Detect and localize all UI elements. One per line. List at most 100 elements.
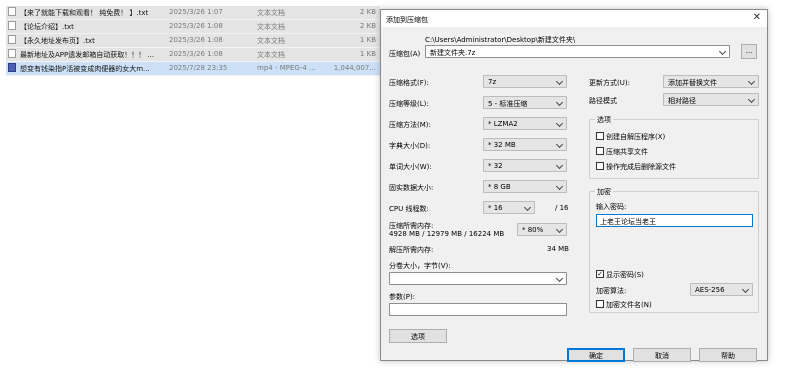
encrypt-names-checkbox[interactable] <box>596 300 604 308</box>
sfx-label: 创建自解压程序(X) <box>606 133 666 141</box>
chevron-down-icon <box>555 140 564 149</box>
file-row[interactable]: 【永久地址发布页】.txt 2025/3/26 1:08 文本文档 1 KB <box>6 34 380 48</box>
chevron-down-icon <box>555 119 564 128</box>
add-to-archive-dialog: 添加到压缩包 ✕ 压缩包(A) C:\Users\Administrator\D… <box>380 9 768 362</box>
format-combo[interactable]: 7z <box>483 75 567 88</box>
archive-name-combo[interactable]: 新建文件夹.7z <box>425 45 730 58</box>
show-password-label: 显示密码(S) <box>606 271 644 279</box>
file-size: 2 KB <box>359 8 376 16</box>
solid-size-value: * 8 GB <box>488 183 511 191</box>
cpu-threads-combo[interactable]: * 16 <box>483 201 535 214</box>
delete-after-label: 操作完成后删除源文件 <box>606 163 676 171</box>
dictionary-combo[interactable]: * 32 MB <box>483 138 567 151</box>
chevron-down-icon <box>747 77 756 86</box>
file-name: 【论坛介绍】.txt <box>20 23 74 31</box>
password-label: 输入密码: <box>596 203 627 211</box>
params-label: 参数(P): <box>389 293 416 301</box>
cpu-threads-total: / 16 <box>555 204 569 212</box>
file-type: 文本文档 <box>257 9 285 17</box>
file-name: 【永久地址发布页】.txt <box>20 37 95 45</box>
cpu-threads-label: CPU 线程数: <box>389 205 429 213</box>
solid-size-label: 固实数据大小: <box>389 184 434 192</box>
cancel-button[interactable]: 取消 <box>633 348 691 362</box>
dialog-body: 压缩包(A) C:\Users\Administrator\Desktop\新建… <box>381 27 767 362</box>
file-date: 2025/3/26 1:08 <box>169 22 223 30</box>
chevron-down-icon <box>555 274 564 283</box>
archive-label: 压缩包(A) <box>389 50 421 58</box>
shared-files-checkbox[interactable] <box>596 147 604 155</box>
file-row[interactable]: 最新地址及APP遗发邮箱自动获取！！！ ... 2025/3/26 1:08 文… <box>6 48 380 62</box>
decompress-memory-value: 34 MB <box>547 245 569 253</box>
file-type: mp4 - MPEG-4 ... <box>257 64 316 72</box>
encryption-method-combo[interactable]: AES-256 <box>690 283 753 296</box>
encrypt-names-label: 加密文件名(N) <box>606 301 652 309</box>
chevron-down-icon <box>523 203 532 212</box>
solid-size-combo[interactable]: * 8 GB <box>483 180 567 193</box>
chevron-down-icon <box>718 47 727 56</box>
file-name: 【来了就能下载和观看！ 纯免费！ 】.txt <box>20 9 149 17</box>
memory-percent-combo[interactable]: * 80% <box>517 223 567 236</box>
method-label: 压缩方法(M): <box>389 121 431 129</box>
params-input[interactable] <box>389 303 567 316</box>
text-file-icon <box>8 7 16 16</box>
file-date: 2025/3/26 1:08 <box>169 50 223 58</box>
file-type: 文本文档 <box>257 23 285 31</box>
options-group-title: 选项 <box>595 115 613 125</box>
sfx-checkbox[interactable] <box>596 132 604 140</box>
file-size: 1 KB <box>359 36 376 44</box>
word-size-combo[interactable]: * 32 <box>483 159 567 172</box>
word-size-label: 单词大小(W): <box>389 163 432 171</box>
file-list: 【来了就能下载和观看！ 纯免费！ 】.txt 2025/3/26 1:07 文本… <box>6 6 380 76</box>
password-input[interactable]: 上老王论坛当老王 <box>596 214 753 227</box>
file-type: 文本文档 <box>257 37 285 45</box>
file-name: 想变有钱染指P活被变成肉便器的女大m... <box>20 65 150 73</box>
browse-button[interactable]: ... <box>741 44 757 59</box>
volume-combo[interactable] <box>389 272 567 285</box>
help-button[interactable]: 帮助 <box>699 348 757 362</box>
file-row[interactable]: 【来了就能下载和观看！ 纯免费！ 】.txt 2025/3/26 1:07 文本… <box>6 6 380 20</box>
file-date: 2025/7/28 23:35 <box>169 64 228 72</box>
shared-files-label: 压缩共享文件 <box>606 148 648 156</box>
chevron-down-icon <box>555 98 564 107</box>
encryption-method-label: 加密算法: <box>596 287 627 295</box>
path-mode-label: 路径模式 <box>589 97 617 105</box>
memory-percent-value: * 80% <box>522 226 544 234</box>
chevron-down-icon <box>555 77 564 86</box>
file-row[interactable]: 【论坛介绍】.txt 2025/3/26 1:08 文本文档 2 KB <box>6 20 380 34</box>
file-size: 1 KB <box>359 50 376 58</box>
update-mode-value: 添加并替换文件 <box>668 79 717 87</box>
archive-path: C:\Users\Administrator\Desktop\新建文件夹\ <box>425 36 576 44</box>
ok-button[interactable]: 确定 <box>567 348 625 362</box>
delete-after-checkbox[interactable] <box>596 162 604 170</box>
chevron-down-icon <box>747 95 756 104</box>
format-value: 7z <box>488 78 497 86</box>
level-combo[interactable]: 5 - 标准压缩 <box>483 96 567 109</box>
dictionary-value: * 32 MB <box>488 141 516 149</box>
method-combo[interactable]: * LZMA2 <box>483 117 567 130</box>
method-value: * LZMA2 <box>488 120 518 128</box>
file-date: 2025/3/26 1:08 <box>169 36 223 44</box>
update-mode-combo[interactable]: 添加并替换文件 <box>663 75 759 88</box>
dictionary-label: 字典大小(D): <box>389 142 431 150</box>
update-mode-label: 更新方式(U): <box>589 79 630 87</box>
chevron-down-icon <box>555 161 564 170</box>
options-group: 选项 创建自解压程序(X) 压缩共享文件 操作完成后删除源文件 <box>589 115 759 179</box>
word-size-value: * 32 <box>488 162 503 170</box>
volume-label: 分卷大小，字节(V): <box>389 262 451 270</box>
file-row[interactable]: 想变有钱染指P活被变成肉便器的女大m... 2025/7/28 23:35 mp… <box>6 62 380 76</box>
encryption-method-value: AES-256 <box>695 286 725 294</box>
show-password-checkbox[interactable]: ✓ <box>596 270 604 278</box>
path-mode-combo[interactable]: 相对路径 <box>663 93 759 106</box>
decompress-memory-label: 解压所需内存: <box>389 246 434 254</box>
media-file-icon <box>8 63 16 72</box>
path-mode-value: 相对路径 <box>668 97 696 105</box>
level-value: 5 - 标准压缩 <box>488 100 528 108</box>
text-file-icon <box>8 49 16 58</box>
archive-name-value: 新建文件夹.7z <box>430 49 476 57</box>
file-name: 最新地址及APP遗发邮箱自动获取！！！ ... <box>20 51 155 59</box>
chevron-down-icon <box>741 285 750 294</box>
file-size: 1,044,007... <box>333 64 376 72</box>
options-button[interactable]: 选项 <box>389 329 447 343</box>
close-icon[interactable]: ✕ <box>753 12 761 23</box>
encryption-group: 加密 输入密码: 上老王论坛当老王 ✓ 显示密码(S) 加密算法: AES-25… <box>589 187 759 313</box>
